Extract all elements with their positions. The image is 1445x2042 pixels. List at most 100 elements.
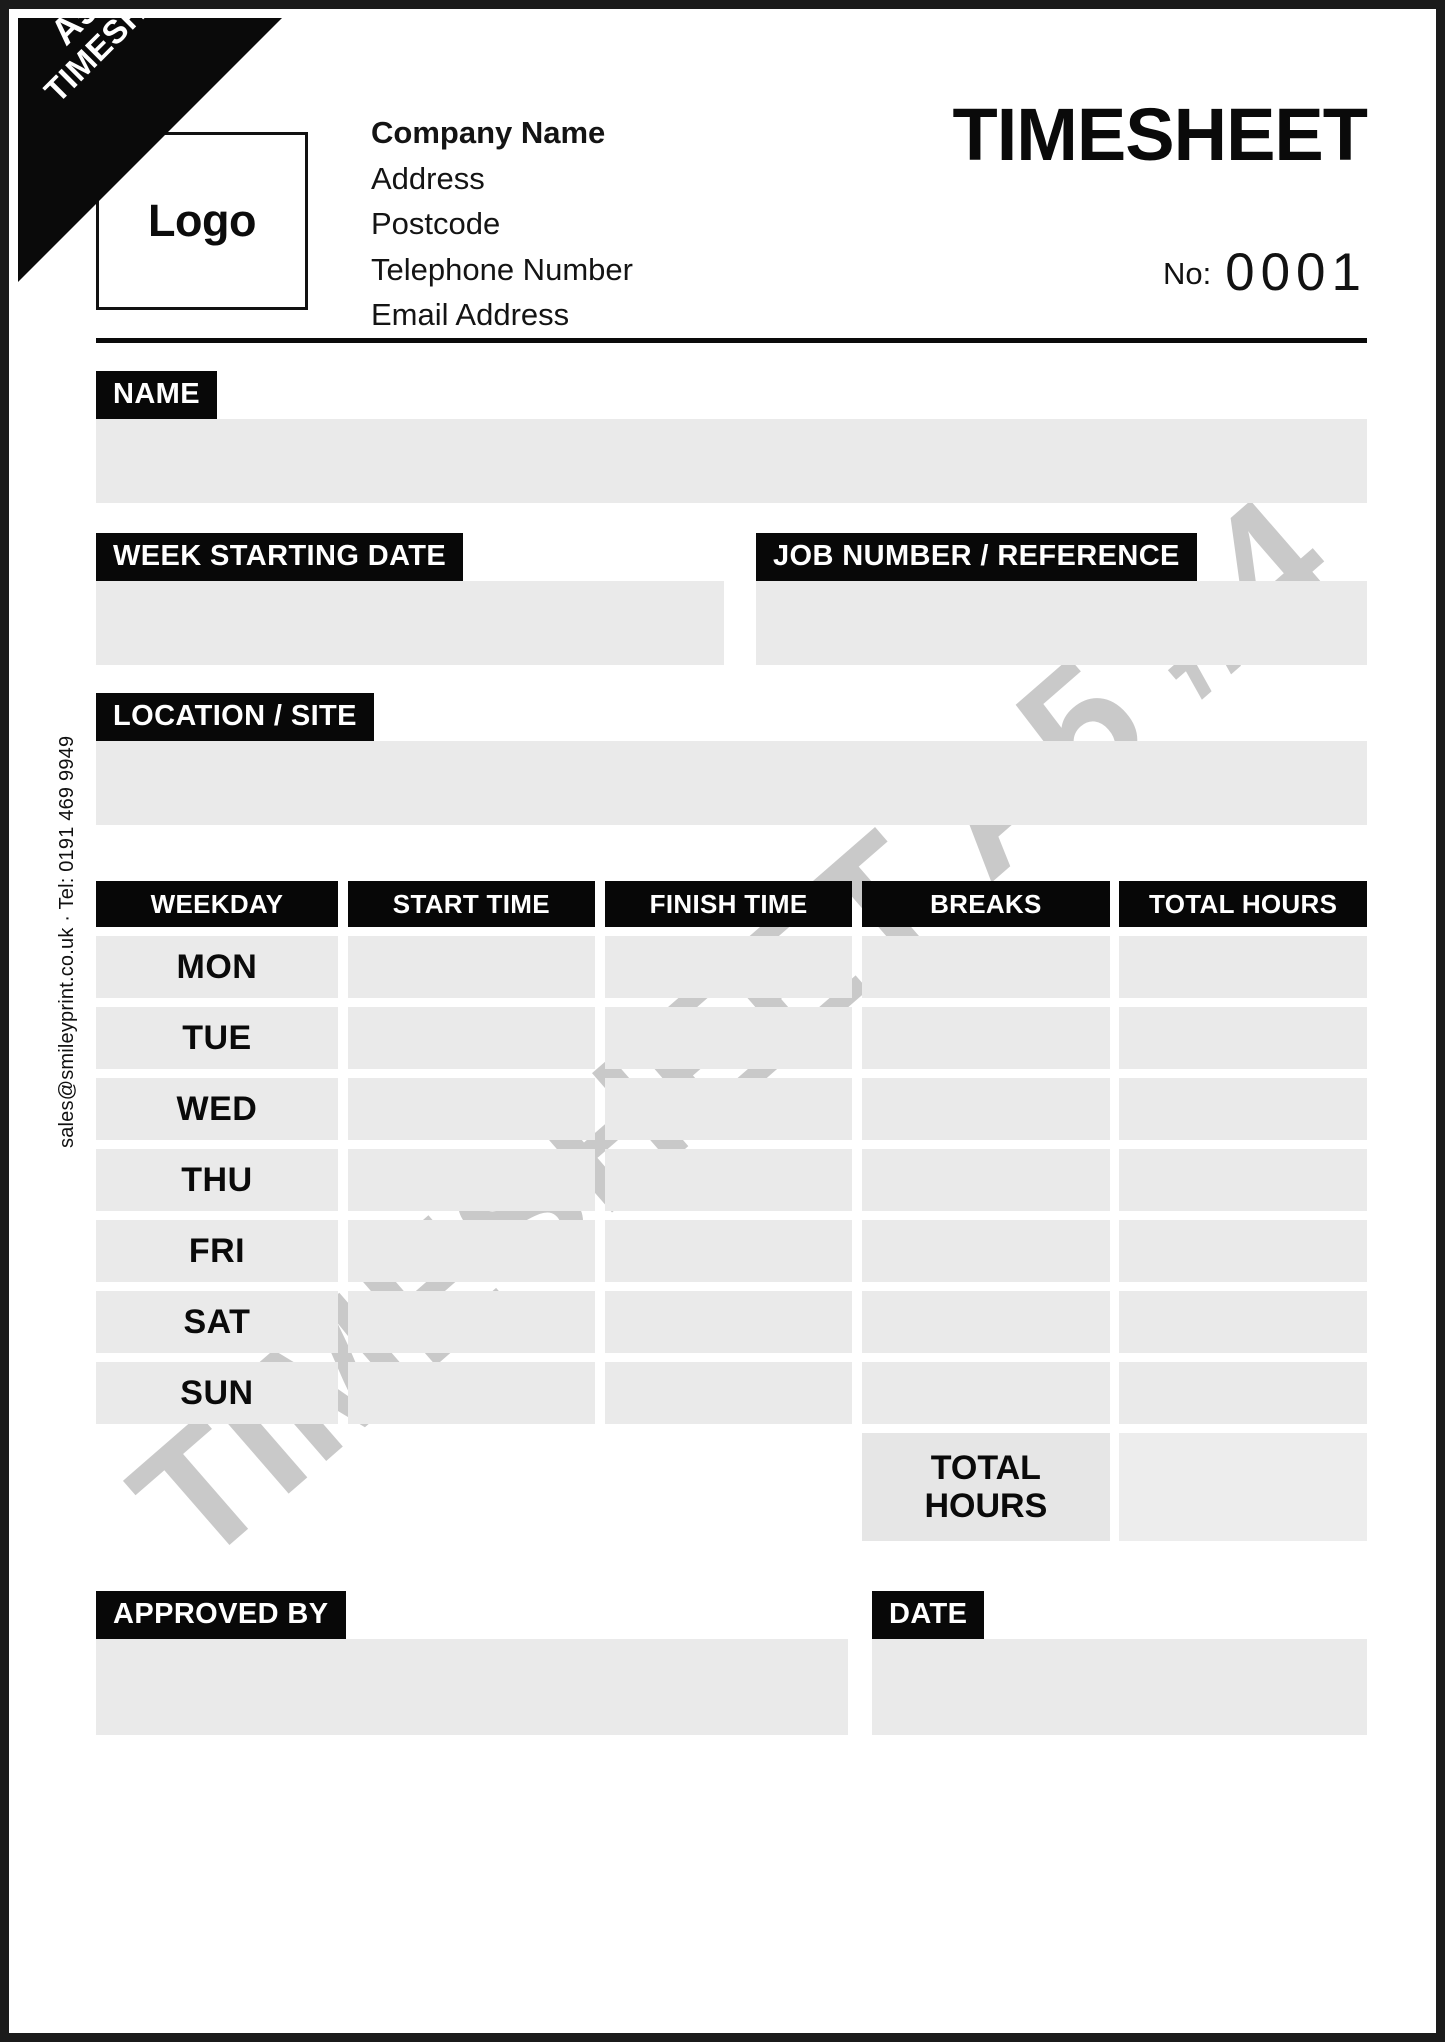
column-gap [338,1149,348,1211]
cell-breaks[interactable] [862,936,1110,998]
cell-finish-time[interactable] [604,1291,853,1353]
total-hours-label-line2: HOURS [924,1487,1048,1525]
column-gap [338,1433,348,1541]
column-gap [852,1078,862,1140]
table-row: SAT [96,1291,1367,1353]
cell-finish-time[interactable] [604,936,853,998]
cell-weekday: SAT [96,1291,338,1353]
column-gap [338,1007,348,1069]
document-number: No: 0001 [953,242,1367,303]
company-postcode: Postcode [371,206,501,242]
cell-start-time[interactable] [347,1291,596,1353]
cell-weekday: FRI [96,1220,338,1282]
column-gap [1110,936,1120,998]
job-number-label: JOB NUMBER / REFERENCE [756,533,1197,581]
cell-start-time[interactable] [347,1220,596,1282]
cell-breaks[interactable] [862,1362,1110,1424]
cell-total-hours[interactable] [1119,936,1367,998]
cell-breaks[interactable] [862,1220,1110,1282]
column-header-finish-time: FINISH TIME [604,881,853,927]
cell-start-time[interactable] [347,1149,596,1211]
column-header-start-time: START TIME [347,881,596,927]
cell-total-hours[interactable] [1119,1220,1367,1282]
company-address: Address [371,160,485,196]
location-label: LOCATION / SITE [96,693,374,741]
cell-start-time[interactable] [347,1007,596,1069]
side-contact-text: sales@smileyprint.co.uk · Tel: 0191 469 … [56,735,78,1148]
cell-breaks[interactable] [862,1078,1110,1140]
location-input[interactable] [96,741,1367,825]
company-telephone: Telephone Number [371,251,633,287]
cell-finish-time[interactable] [604,1220,853,1282]
date-input[interactable] [872,1639,1367,1735]
cell-total-hours[interactable] [1119,1078,1367,1140]
page-title: TIMESHEET [952,93,1368,176]
cell-total-hours[interactable] [1119,1362,1367,1424]
cell-start-time[interactable] [347,936,596,998]
date-label: DATE [872,1591,985,1639]
column-gap [338,1291,348,1353]
column-gap [338,1078,348,1140]
column-gap [852,936,862,998]
cell-start-time[interactable] [347,1078,596,1140]
cell-weekday: TUE [96,1007,338,1069]
column-gap [595,1291,605,1353]
cell-start-time[interactable] [347,1362,596,1424]
row-spacer [724,533,756,665]
column-gap [852,881,862,927]
cell-weekday: SUN [96,1362,338,1424]
cell-finish-time[interactable] [604,1007,853,1069]
column-gap [595,1220,605,1282]
column-gap [1110,1433,1120,1541]
table-header-row: WEEKDAY START TIME FINISH TIME BREAKS TO… [96,881,1367,927]
totals-spacer-finish [605,1433,853,1541]
header-divider [96,338,1367,343]
column-gap [338,1362,348,1424]
column-gap [1110,1362,1120,1424]
column-gap [595,936,605,998]
week-starting-input[interactable] [96,581,724,665]
logo-placeholder-box[interactable]: Logo [96,132,308,310]
company-name: Company Name [371,115,606,150]
column-gap [595,1149,605,1211]
column-header-breaks: BREAKS [862,881,1110,927]
table-row: TUE [96,1007,1367,1069]
column-gap [1110,1291,1120,1353]
cell-finish-time[interactable] [604,1149,853,1211]
table-totals-row: TOTAL HOURS [96,1433,1367,1541]
cell-weekday: THU [96,1149,338,1211]
column-header-total-hours: TOTAL HOURS [1119,881,1367,927]
cell-breaks[interactable] [862,1291,1110,1353]
approved-by-input[interactable] [96,1639,848,1735]
column-gap [1110,1007,1120,1069]
week-starting-label: WEEK STARTING DATE [96,533,464,581]
column-gap [595,881,605,927]
name-block: NAME [96,371,1367,503]
column-gap [595,1433,605,1541]
timesheet-sheet: TIMESHEET A5 #4 sales@smileyprint.co.uk … [18,18,1436,2033]
column-gap [595,1078,605,1140]
cell-total-hours[interactable] [1119,1149,1367,1211]
logo-label: Logo [148,195,256,246]
totals-spacer-weekday [96,1433,338,1541]
total-hours-label-line1: TOTAL [930,1448,1041,1487]
cell-finish-time[interactable] [604,1078,853,1140]
cell-total-hours[interactable] [1119,1007,1367,1069]
location-block: LOCATION / SITE [96,693,1367,825]
company-email: Email Address [371,297,570,333]
cell-breaks[interactable] [862,1007,1110,1069]
timesheet-page: TIMESHEET A5 #4 sales@smileyprint.co.uk … [0,0,1445,2042]
column-gap [595,1007,605,1069]
job-number-input[interactable] [756,581,1367,665]
table-row: FRI [96,1220,1367,1282]
name-input[interactable] [96,419,1367,503]
total-hours-value-input[interactable] [1119,1433,1367,1541]
document-number-label: No: [1162,256,1212,291]
cell-total-hours[interactable] [1119,1291,1367,1353]
header: Logo Company Name Address Postcode Telep… [96,80,1368,332]
column-gap [338,936,348,998]
cell-breaks[interactable] [862,1149,1110,1211]
table-row: SUN [96,1362,1367,1424]
cell-finish-time[interactable] [604,1362,853,1424]
timesheet-table: WEEKDAY START TIME FINISH TIME BREAKS TO… [96,881,1367,1541]
